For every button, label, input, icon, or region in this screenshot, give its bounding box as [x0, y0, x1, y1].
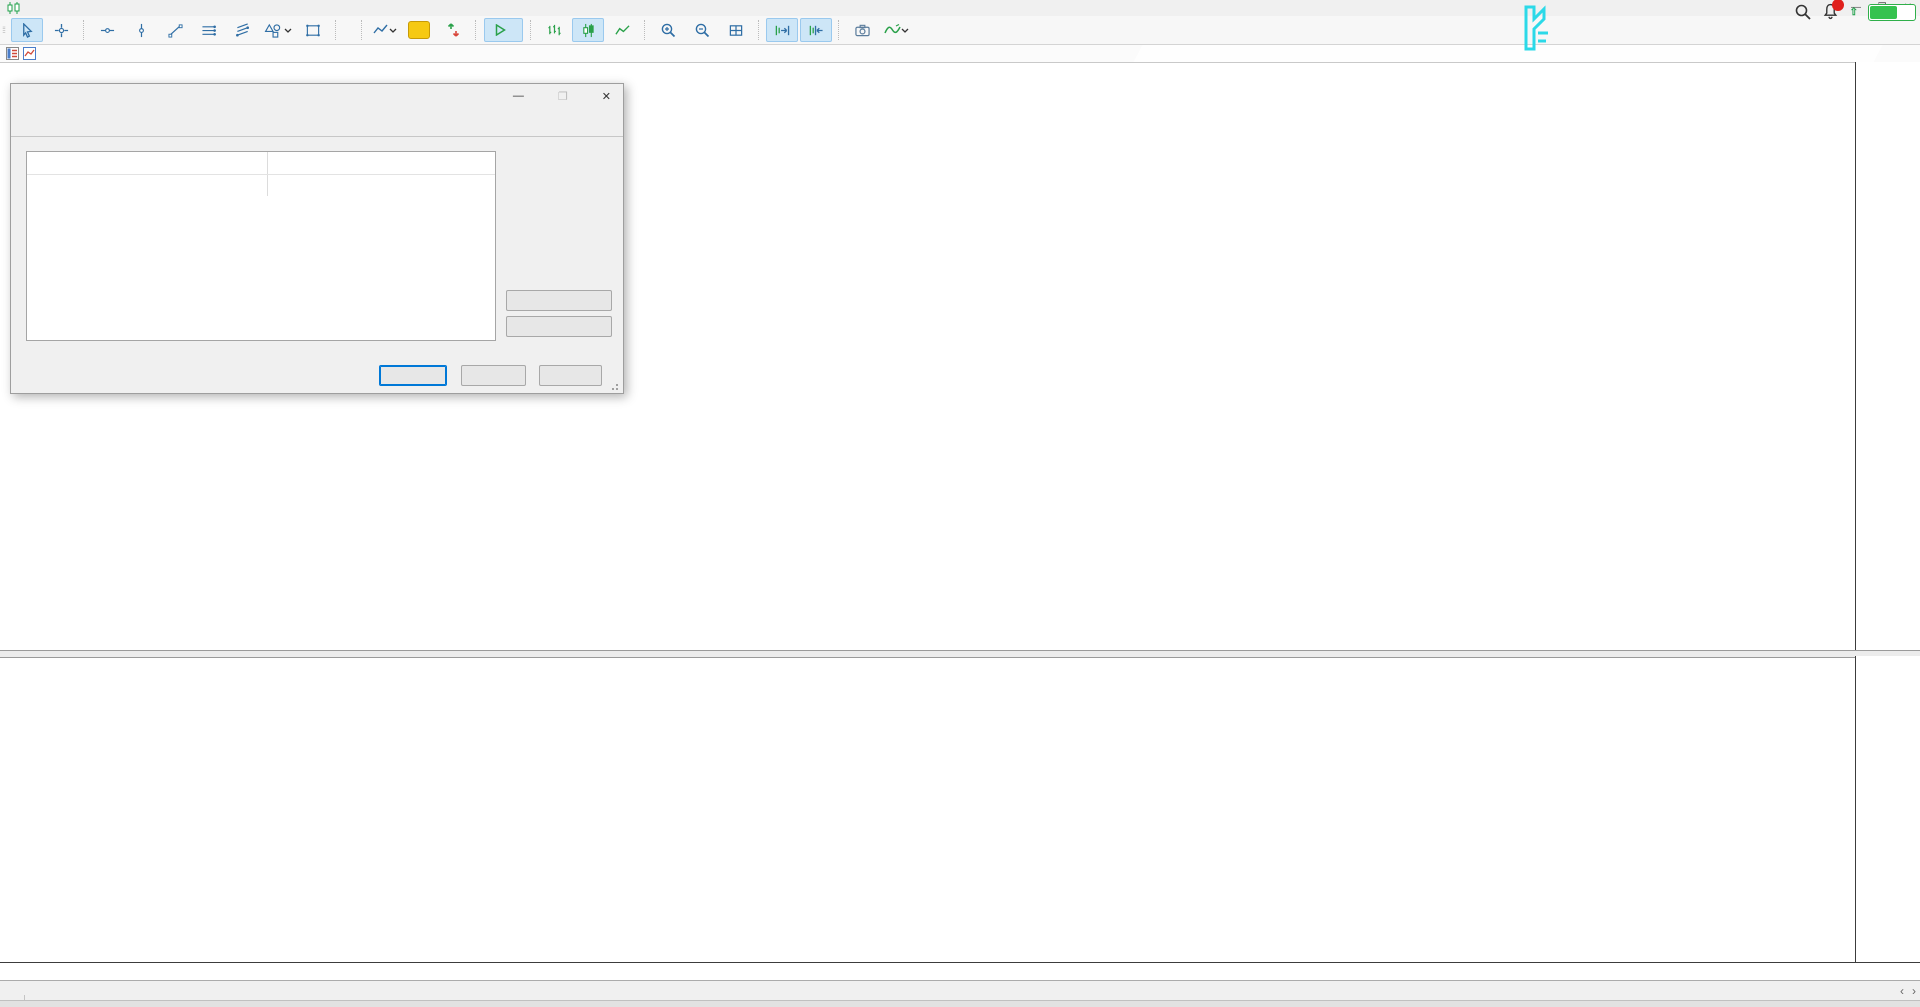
crosshair-tool-button[interactable] — [45, 18, 77, 42]
horizontal-line-icon — [100, 23, 115, 38]
app-logo-icon — [6, 2, 22, 14]
symbol-tab-bar: ‹ › — [0, 980, 1920, 1001]
auto-scroll-icon — [773, 23, 791, 38]
zoom-out-button[interactable] — [686, 18, 718, 42]
ok-button[interactable] — [379, 365, 447, 386]
table-header-row — [27, 152, 495, 175]
pitchfork-icon — [235, 23, 251, 38]
reset-button[interactable] — [539, 365, 602, 386]
zoom-in-icon — [660, 22, 676, 38]
indicator-wave-icon — [884, 23, 901, 37]
zoom-in-button[interactable] — [652, 18, 684, 42]
trendline-tool-button[interactable] — [159, 18, 191, 42]
candlestick-mode-button[interactable] — [572, 18, 604, 42]
chart-window-icon — [23, 47, 36, 60]
horizontal-line-tool-button[interactable] — [91, 18, 123, 42]
cursor-icon — [20, 23, 35, 38]
bar-chart-mode-button[interactable] — [538, 18, 570, 42]
line-chart-mode-button[interactable] — [606, 18, 638, 42]
dialog-resize-grip[interactable] — [611, 381, 621, 391]
play-icon — [495, 24, 506, 36]
shapes-tool-button[interactable] — [261, 18, 295, 42]
line-study-icon — [373, 23, 389, 37]
rectangle-icon — [305, 23, 321, 38]
tabs-scroll-right-icon[interactable]: › — [1912, 984, 1916, 998]
vertical-line-tool-button[interactable] — [125, 18, 157, 42]
dollar-icon — [408, 21, 430, 39]
indicator-canvas — [0, 656, 1855, 962]
cancel-button[interactable] — [461, 365, 526, 386]
time-axis[interactable] — [0, 962, 1920, 981]
vertical-line-icon — [134, 23, 149, 38]
main-toolbar: ⁞⁞ — [0, 16, 1920, 45]
tradingfinder-logo — [1512, 5, 1564, 51]
chart-shift-icon — [807, 23, 825, 38]
screenshot-button[interactable] — [846, 18, 878, 42]
toolbar-drag-handle[interactable]: ⁞⁞ — [2, 26, 7, 34]
load-button[interactable] — [506, 290, 612, 311]
save-button[interactable] — [506, 316, 612, 337]
data-window-icon — [6, 47, 19, 60]
search-icon[interactable] — [1794, 3, 1812, 21]
chart-objects-dropdown-button[interactable] — [369, 18, 401, 42]
dialog-tab[interactable] — [23, 127, 43, 137]
variable-column-header — [27, 152, 268, 174]
new-order-button[interactable] — [403, 18, 435, 42]
chevron-down-icon — [901, 26, 909, 34]
chevron-down-icon — [284, 26, 292, 34]
arrow-up-icon: ⇧ — [1850, 8, 1858, 17]
deposit-withdraw-button[interactable] — [437, 18, 469, 42]
channel-icon — [201, 23, 217, 38]
crosshair-icon — [54, 23, 69, 38]
indicator-dropdown-button[interactable] — [880, 18, 912, 42]
window-title-bar: — ❐ ✕ — [0, 0, 1920, 16]
tile-windows-button[interactable] — [720, 18, 752, 42]
notification-badge — [1832, 0, 1844, 11]
indicator-panel[interactable] — [0, 656, 1855, 962]
parameter-value[interactable] — [268, 175, 495, 196]
chevron-down-icon — [389, 26, 397, 34]
camera-icon — [854, 23, 871, 38]
timeframe-button[interactable] — [343, 18, 355, 42]
panel-splitter[interactable] — [0, 650, 1920, 658]
tradingfinder-glyph-icon — [1512, 5, 1554, 51]
dialog-minimize-button[interactable]: — — [513, 90, 524, 103]
notifications-button[interactable] — [1822, 3, 1840, 21]
dialog-close-button[interactable]: ✕ — [602, 90, 611, 103]
dialog-tab-strip — [11, 112, 623, 137]
rectangle-tool-button[interactable] — [297, 18, 329, 42]
level-indicator: ⇧ — [1850, 8, 1858, 17]
price-axis[interactable] — [1855, 62, 1920, 650]
parameter-row[interactable] — [27, 175, 495, 196]
trendline-icon — [168, 23, 183, 38]
zoom-out-icon — [694, 22, 710, 38]
tile-windows-icon — [728, 23, 744, 38]
cursor-tool-button[interactable] — [11, 18, 43, 42]
chart-shift-button[interactable] — [800, 18, 832, 42]
indicator-axis — [1855, 656, 1920, 962]
bars-icon — [547, 23, 562, 38]
progress-battery — [1868, 4, 1916, 21]
parameters-table — [26, 151, 496, 341]
channel-tool-button[interactable] — [193, 18, 225, 42]
candlestick-icon — [581, 23, 596, 38]
timeframe-bar — [342, 18, 356, 42]
pitchfork-tool-button[interactable] — [227, 18, 259, 42]
tabs-scroll-left-icon[interactable]: ‹ — [1900, 984, 1904, 998]
auto-scroll-button[interactable] — [766, 18, 798, 42]
line-chart-icon — [615, 23, 630, 38]
shapes-icon — [264, 23, 284, 38]
value-column-header — [268, 152, 495, 174]
algo-trading-button[interactable] — [484, 18, 523, 42]
indicator-settings-dialog: — ❐ ✕ — [10, 83, 624, 394]
deposit-withdraw-icon — [445, 22, 462, 38]
dialog-maximize-button[interactable]: ❐ — [558, 90, 568, 103]
